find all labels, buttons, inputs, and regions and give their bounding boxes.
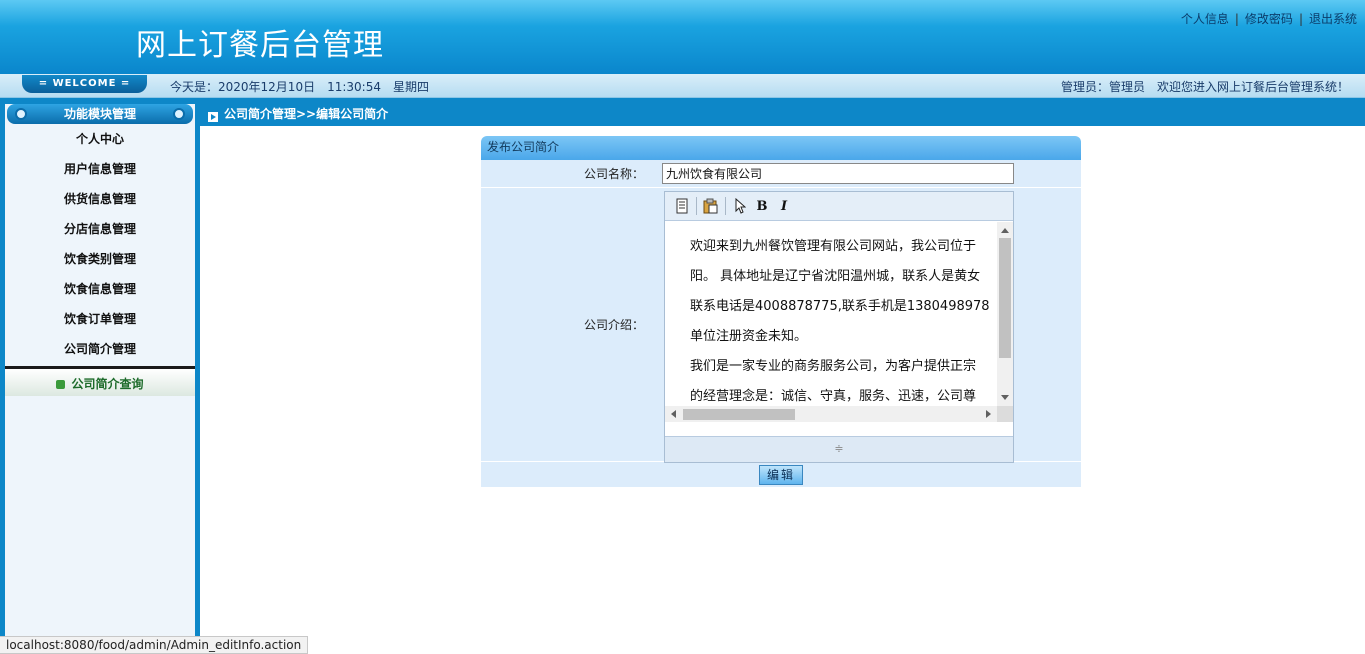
button-row: 编辑 <box>481 462 1081 488</box>
paste-icon[interactable] <box>702 197 720 215</box>
sidebar-item-food-orders[interactable]: 饮食订单管理 <box>5 304 195 334</box>
editor-content[interactable]: 欢迎来到九州餐饮管理有限公司网站，我公司位于 阳。 具体地址是辽宁省沈阳温州城，… <box>665 222 997 406</box>
horizontal-scrollbar[interactable] <box>665 406 997 422</box>
intro-line: 单位注册资金未知。 <box>690 329 808 344</box>
bullet-icon <box>56 380 66 389</box>
intro-line: 联系电话是4008878775,联系手机是1380498978 <box>690 299 990 314</box>
info-bar: = WELCOME = 今天是：2020年12月10日 11:30:54 星期四… <box>0 74 1365 98</box>
intro-line: 欢迎来到九州餐饮管理有限公司网站，我公司位于 <box>690 239 977 254</box>
welcome-badge: = WELCOME = <box>22 75 147 93</box>
scroll-up-icon[interactable] <box>1001 228 1009 233</box>
sidebar-subitem-label: 公司简介查询 <box>71 377 144 391</box>
bold-button[interactable]: B <box>753 197 771 215</box>
vertical-scrollbar[interactable] <box>997 222 1013 406</box>
top-links: 个人信息 | 修改密码 | 退出系统 <box>1180 12 1357 26</box>
intro-line: 的经营理念是：诚信、守真，服务、迅速，公司尊 <box>690 389 977 404</box>
browser-status-bar: localhost:8080/food/admin/Admin_editInfo… <box>0 636 309 654</box>
sidebar: 功能模块管理 个人中心 用户信息管理 供货信息管理 分店信息管理 饮食类别管理 … <box>5 104 195 654</box>
scroll-thumb[interactable] <box>999 238 1011 358</box>
intro-line: 阳。 具体地址是辽宁省沈阳温州城，联系人是黄女 <box>690 269 981 284</box>
change-password-link[interactable]: 修改密码 <box>1245 12 1293 26</box>
source-icon[interactable] <box>673 197 691 215</box>
sidebar-item-users[interactable]: 用户信息管理 <box>5 154 195 184</box>
name-row: 公司名称： <box>481 160 1081 188</box>
edit-panel: 发布公司简介 公司名称： 公司介绍： 编辑 <box>481 136 1081 488</box>
profile-link[interactable]: 个人信息 <box>1181 12 1229 26</box>
company-name-label: 公司名称： <box>583 167 644 181</box>
sidebar-item-supply[interactable]: 供货信息管理 <box>5 184 195 214</box>
select-cursor-icon[interactable] <box>731 197 749 215</box>
sidebar-item-personal-center[interactable]: 个人中心 <box>5 124 195 154</box>
intro-line: 我们是一家专业的商务服务公司，为客户提供正宗 <box>690 359 977 374</box>
admin-greeting: 管理员：管理员 欢迎您进入网上订餐后台管理系统！ <box>1060 80 1349 94</box>
editor-resize-handle[interactable]: ≑ <box>665 436 1013 462</box>
app-title: 网上订餐后台管理 <box>136 28 384 63</box>
circle-icon <box>173 108 185 120</box>
rich-text-editor: B I 欢迎来到九州餐饮管理有限公司网站，我公司位于 阳。 具体地址是辽宁省沈阳… <box>664 191 1014 463</box>
scroll-corner <box>997 406 1013 422</box>
italic-button[interactable]: I <box>775 197 793 215</box>
arrow-icon <box>208 111 218 122</box>
company-name-input[interactable] <box>662 163 1014 184</box>
scroll-right-icon[interactable] <box>986 410 991 418</box>
content-area: 发布公司简介 公司名称： 公司介绍： 编辑 <box>200 126 1365 654</box>
current-date: 今天是：2020年12月10日 11:30:54 星期四 <box>170 80 429 94</box>
circle-icon <box>15 108 27 120</box>
scroll-thumb[interactable] <box>683 409 795 420</box>
scroll-down-icon[interactable] <box>1001 395 1009 400</box>
breadcrumb: 公司简介管理>>编辑公司简介 <box>224 107 389 121</box>
edit-button[interactable]: 编辑 <box>759 464 803 485</box>
sidebar-item-company-intro[interactable]: 公司简介管理 <box>5 334 195 364</box>
sidebar-item-food-categories[interactable]: 饮食类别管理 <box>5 244 195 274</box>
sidebar-title: 功能模块管理 <box>63 107 136 121</box>
company-intro-label: 公司介绍： <box>583 318 644 332</box>
panel-title: 发布公司简介 <box>481 136 1081 160</box>
logout-link[interactable]: 退出系统 <box>1309 12 1357 26</box>
sidebar-subitem-company-query[interactable]: 公司简介查询 <box>5 366 195 396</box>
sidebar-item-food-info[interactable]: 饮食信息管理 <box>5 274 195 304</box>
sidebar-header: 功能模块管理 <box>7 104 193 124</box>
sidebar-item-branches[interactable]: 分店信息管理 <box>5 214 195 244</box>
breadcrumb-bar: 公司简介管理>>编辑公司简介 <box>200 104 1365 126</box>
scroll-left-icon[interactable] <box>671 410 676 418</box>
resize-icon: ≑ <box>834 442 844 455</box>
editor-toolbar: B I <box>665 192 1013 221</box>
page-header: 网上订餐后台管理 个人信息 | 修改密码 | 退出系统 <box>0 0 1365 74</box>
